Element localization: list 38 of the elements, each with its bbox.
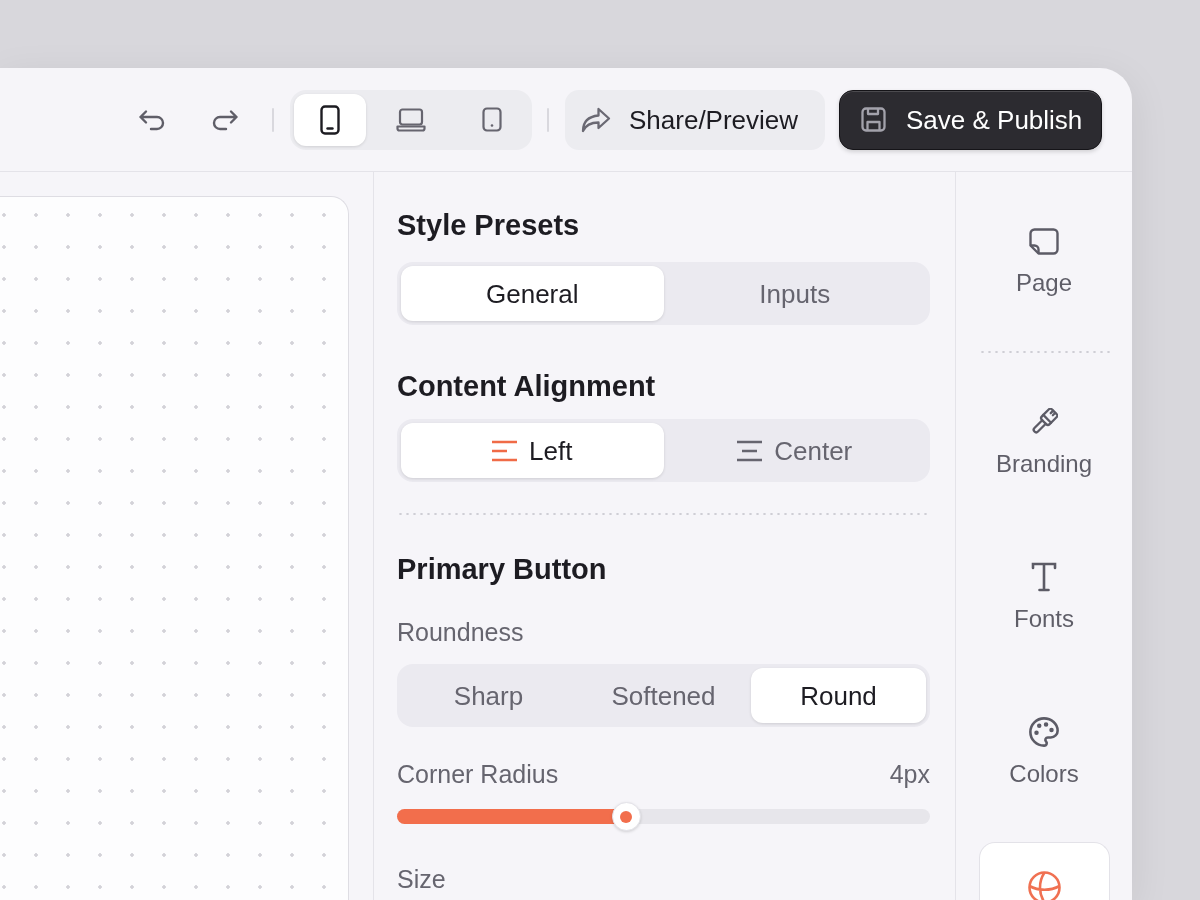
sidebar-item[interactable]: Colors xyxy=(978,687,1110,818)
phone-icon xyxy=(320,104,340,135)
field-label: Roundness xyxy=(397,617,525,647)
paintbrush-icon xyxy=(1030,408,1058,436)
laptop-icon xyxy=(396,107,426,132)
sidebar-item[interactable]: Page xyxy=(978,196,1110,327)
slider-value: 4px xyxy=(889,759,930,789)
page-icon xyxy=(1029,227,1059,255)
device-tab[interactable] xyxy=(294,93,366,146)
sidebar-item[interactable]: Fonts xyxy=(978,532,1110,663)
save-icon xyxy=(861,107,886,132)
roundness-option[interactable]: Sharp xyxy=(401,668,576,723)
tablet-icon xyxy=(482,107,502,132)
roundness-option[interactable]: Softened xyxy=(576,668,751,723)
section-heading: Content Alignment xyxy=(397,369,657,403)
preset-tab[interactable]: Inputs xyxy=(663,266,926,321)
letter-t-icon xyxy=(1031,562,1057,592)
preset-tab[interactable]: General xyxy=(401,266,664,321)
slider-track[interactable] xyxy=(397,802,930,831)
section-heading: Primary Button xyxy=(397,552,608,586)
roundness-option[interactable]: Round xyxy=(751,668,926,723)
slider-thumb[interactable] xyxy=(611,802,641,831)
redo-icon[interactable] xyxy=(211,108,239,131)
field-label: Corner Radius xyxy=(397,759,559,789)
save-publish-button[interactable]: Save & Publish xyxy=(839,89,1102,150)
section-heading: Style Presets xyxy=(397,208,581,242)
palette-icon xyxy=(1029,717,1059,747)
globe-icon xyxy=(1027,870,1061,900)
share-icon xyxy=(581,106,611,133)
alignment-option[interactable]: Center xyxy=(663,423,926,478)
undo-icon[interactable] xyxy=(138,108,166,131)
sidebar-item[interactable] xyxy=(978,842,1110,900)
field-label: Size xyxy=(397,864,447,894)
alignment-option[interactable]: Left xyxy=(401,423,664,478)
align-center-icon xyxy=(737,439,763,462)
align-left-icon xyxy=(492,439,518,462)
share-preview-button[interactable]: Share/Preview xyxy=(565,89,825,150)
sidebar-item[interactable]: Branding xyxy=(978,377,1110,508)
